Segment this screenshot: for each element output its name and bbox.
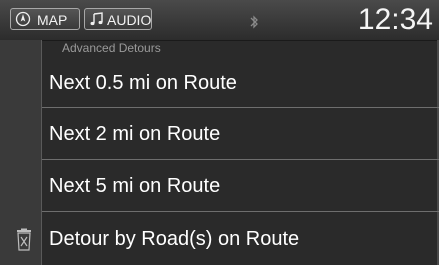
list-item-label: Next 5 mi on Route	[49, 175, 221, 197]
trash-icon[interactable]	[14, 228, 34, 252]
audio-button-label: AUDIO	[107, 12, 152, 28]
compass-icon	[15, 11, 31, 27]
section-title: Advanced Detours	[62, 41, 161, 55]
bluetooth-icon	[248, 14, 260, 30]
map-button-label: MAP	[37, 12, 68, 28]
navigation-screen: MAP AUDIO 12:34 Advanced Detours Next 0.…	[0, 0, 439, 265]
list-item-label: Detour by Road(s) on Route	[49, 228, 300, 250]
list-item-label: Next 0.5 mi on Route	[49, 72, 237, 94]
map-button[interactable]: MAP	[10, 8, 80, 30]
list-item-next-5-mi[interactable]: Next 5 mi on Route	[0, 160, 439, 212]
list-item-next-0-5-mi[interactable]: Next 0.5 mi on Route	[0, 57, 439, 109]
divider	[42, 211, 439, 212]
status-bar: MAP AUDIO 12:34	[0, 0, 439, 41]
clock: 12:34	[357, 3, 433, 36]
music-note-icon	[89, 11, 105, 27]
list-item-next-2-mi[interactable]: Next 2 mi on Route	[0, 108, 439, 160]
audio-button[interactable]: AUDIO	[84, 8, 152, 30]
list-item-detour-by-roads[interactable]: Detour by Road(s) on Route	[0, 213, 439, 265]
list-item-label: Next 2 mi on Route	[49, 123, 221, 145]
